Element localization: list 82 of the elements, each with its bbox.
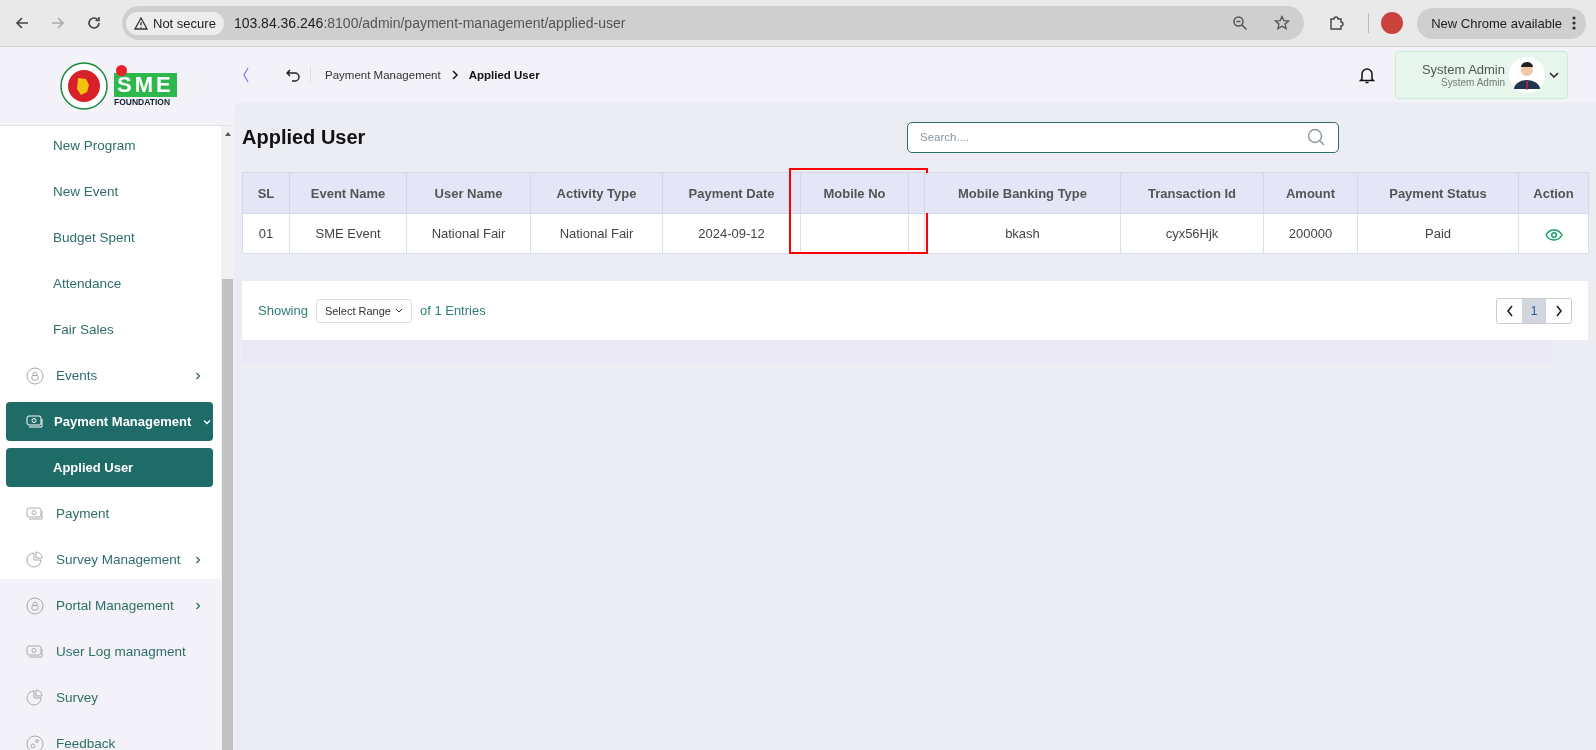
caret-icon [1549,71,1559,78]
column-header: Transaction Id [1120,172,1264,214]
pie-chart-icon [26,688,44,707]
dot-icon [116,65,127,76]
star-icon[interactable] [1274,15,1291,31]
url-text: 103.84.36.246:8100/admin/payment-management/applied-user [233,15,627,31]
feedback-icon [26,734,44,750]
table-cell: Paid [1357,213,1519,254]
security-chip[interactable]: Not secure [126,11,224,35]
table-cell: 200000 [1263,213,1358,254]
scroll-up-icon[interactable] [224,132,231,136]
avatar-icon [1509,56,1545,93]
breadcrumb-item: Applied User [468,68,540,81]
column-header: SL [242,172,290,214]
sidebar-item[interactable]: User Log managment [6,632,213,671]
cash-icon [26,506,44,521]
column-header: Mobile Banking Type [924,172,1121,214]
sidebar-item[interactable]: Payment Management [6,402,213,441]
sidebar-item[interactable]: New Event [6,172,213,211]
back-icon[interactable] [14,15,30,31]
zoom-icon[interactable] [1232,15,1249,31]
page-button[interactable]: 1 [1522,298,1546,323]
showing-label: Showing [258,303,308,318]
column-header: Activity Type [530,172,663,214]
address-bar[interactable]: Not secure 103.84.36.246:8100/admin/payment-management/applied-user [122,6,1305,40]
menu-icon [1572,16,1576,30]
user-role: System Admin [1441,76,1505,88]
sidebar-item[interactable]: Feedback [6,724,213,750]
column-header: Amount [1263,172,1358,214]
search-field[interactable]: Search.... [907,121,1339,153]
logo-text: SME [114,73,177,97]
extension-icon[interactable] [1328,15,1345,31]
cash-icon [26,414,44,429]
profile-avatar[interactable] [1381,12,1404,34]
caret-icon [394,308,403,313]
reload-icon[interactable] [86,15,102,31]
column-header: Payment Status [1357,172,1519,214]
sidebar-item[interactable]: Portal Management [6,586,213,625]
update-button[interactable]: New Chrome available [1417,7,1586,39]
column-header: Payment Date [662,172,801,214]
page-title: Applied User [242,125,367,149]
collapse-icon[interactable] [242,66,250,83]
table-cell: SME Event [289,213,407,254]
user-name: System Admin [1421,61,1505,77]
search-icon [1307,127,1325,146]
pie-chart-icon [26,550,44,569]
sidebar-item[interactable]: Applied User [6,448,213,487]
chevron-right-icon [450,69,459,80]
lock-icon [26,596,44,615]
emblem-icon [60,62,108,110]
entries-label: of 1 Entries [419,303,486,318]
logo-subtitle: FOUNDATION [114,97,171,107]
chevron-right-icon [1554,304,1563,317]
view-icon[interactable] [1544,228,1563,241]
warning-icon [134,16,148,30]
column-header: User Name [406,172,531,214]
table-cell: National Fair [530,213,663,254]
bell-icon[interactable] [1358,65,1375,84]
sidebar-item[interactable]: New Program [6,126,213,165]
scrollbar-thumb[interactable] [222,279,233,750]
scrollbar[interactable] [221,126,234,750]
table-cell: 01 [242,213,290,254]
column-header: Event Name [289,172,407,214]
breadcrumb-item[interactable]: Payment Management [325,68,441,81]
table-cell: 2024-09-12 [662,213,801,254]
lock-icon [26,366,44,385]
undo-icon[interactable] [286,67,300,82]
cash-icon [26,644,44,659]
range-select[interactable]: Select Range [315,298,412,323]
sidebar-item[interactable]: Survey Management [6,540,213,579]
sidebar-item[interactable]: Attendance [6,264,213,303]
sidebar-item[interactable]: Budget Spent [6,218,213,257]
chevron-left-icon [1505,304,1514,317]
sidebar-item[interactable]: Payment [6,494,213,533]
sidebar-item[interactable]: Fair Sales [6,310,213,349]
user-menu[interactable]: System Admin System Admin [1394,50,1568,99]
sidebar-item[interactable]: Events [6,356,213,395]
table-cell: cyx56Hjk [1120,213,1264,254]
sidebar-item[interactable]: Survey [6,678,213,717]
table-cell: bkash [924,213,1121,254]
table-cell: National Fair [406,213,531,254]
column-header: Action [1518,172,1589,214]
